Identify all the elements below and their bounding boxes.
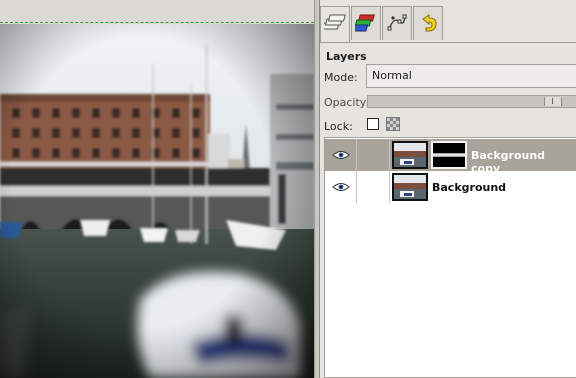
- lock-label: Lock:: [324, 120, 353, 133]
- dock-tab-bar: [320, 6, 576, 43]
- paths-icon: [387, 14, 407, 31]
- opacity-slider-handle[interactable]: [544, 97, 562, 106]
- layers-dock: Layers Mode: Normal Opacity: Lock: Backg…: [319, 0, 576, 378]
- mode-label: Mode:: [324, 71, 358, 84]
- layer-mask-thumbnail[interactable]: [431, 141, 467, 169]
- undo-history-icon: [422, 14, 437, 32]
- panel-title: Layers: [326, 50, 367, 63]
- layer-name[interactable]: Background: [432, 181, 506, 194]
- harbor-photo: [0, 24, 314, 378]
- layer-row[interactable]: Background: [325, 171, 576, 203]
- layer-thumbnail: [392, 141, 428, 169]
- visibility-toggle[interactable]: [325, 139, 357, 171]
- channels-icon: [355, 14, 375, 32]
- image-canvas[interactable]: [0, 0, 314, 378]
- layer-list: Background copy Background: [324, 137, 576, 378]
- chain-toggle[interactable]: [358, 171, 390, 203]
- opacity-slider[interactable]: [367, 95, 576, 108]
- tab-undo-history[interactable]: [413, 6, 443, 40]
- tab-layers[interactable]: [320, 6, 350, 42]
- tab-channels[interactable]: [351, 6, 381, 40]
- opacity-label: Opacity:: [324, 96, 370, 109]
- eye-icon: [332, 151, 350, 159]
- lock-pixels-checkerboard-icon[interactable]: [386, 117, 400, 131]
- layer-row[interactable]: Background copy: [325, 139, 576, 175]
- visibility-toggle[interactable]: [325, 171, 357, 203]
- lock-alpha-checkbox[interactable]: [367, 118, 379, 130]
- layer-thumbnail: [392, 173, 428, 201]
- layers-icon: [324, 14, 346, 30]
- tab-paths[interactable]: [382, 6, 412, 40]
- mode-dropdown[interactable]: Normal: [366, 64, 576, 88]
- canvas-padding: [0, 0, 314, 23]
- canvas-guide-line: [0, 22, 314, 23]
- chain-toggle[interactable]: [358, 139, 390, 171]
- eye-icon: [332, 183, 350, 191]
